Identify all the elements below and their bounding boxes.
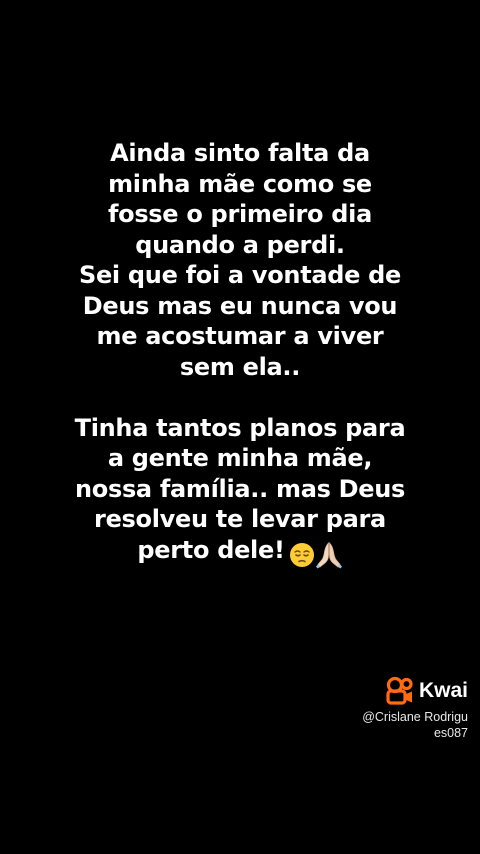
message-line: nossa família.. mas Deus: [74, 474, 406, 503]
creator-handle-line: @Crislane Rodrigu: [362, 710, 468, 724]
message-line: fosse o primeiro dia: [107, 200, 372, 228]
message-text: Ainda sinto falta da minha mãe como se f…: [40, 138, 440, 569]
message-line: perto dele!: [137, 535, 285, 564]
kwai-brand: Kwai: [362, 676, 468, 706]
message-line: a gente minha mãe,: [107, 444, 373, 472]
message-line: Sei que foi a vontade de: [78, 261, 402, 289]
message-line: resolveu te levar para: [94, 505, 386, 533]
kwai-watermark: Kwai @Crislane Rodrigu es087: [362, 676, 468, 741]
message-line: Deus mas eu nunca vou: [82, 291, 398, 320]
message-line: minha mãe como se: [108, 169, 372, 198]
creator-handle-line: es087: [433, 726, 468, 740]
message-last-line: perto dele!: [40, 535, 440, 570]
folded-hands-icon: [315, 541, 342, 568]
message-line: me acostumar a viver: [96, 322, 384, 350]
message-line: sem ela..: [179, 352, 301, 381]
message-line: quando a perdi.: [135, 230, 345, 259]
pensive-face-icon: [289, 542, 314, 567]
kwai-brand-name: Kwai: [418, 679, 468, 702]
message-line: Ainda sinto falta da: [110, 139, 370, 167]
creator-handle: @Crislane Rodrigu es087: [362, 709, 468, 741]
message-line: Tinha tantos planos para: [74, 413, 406, 442]
story-screen: Ainda sinto falta da minha mãe como se f…: [0, 0, 480, 854]
kwai-camera-logo-icon: [386, 676, 413, 705]
emoji-group: [289, 539, 343, 570]
